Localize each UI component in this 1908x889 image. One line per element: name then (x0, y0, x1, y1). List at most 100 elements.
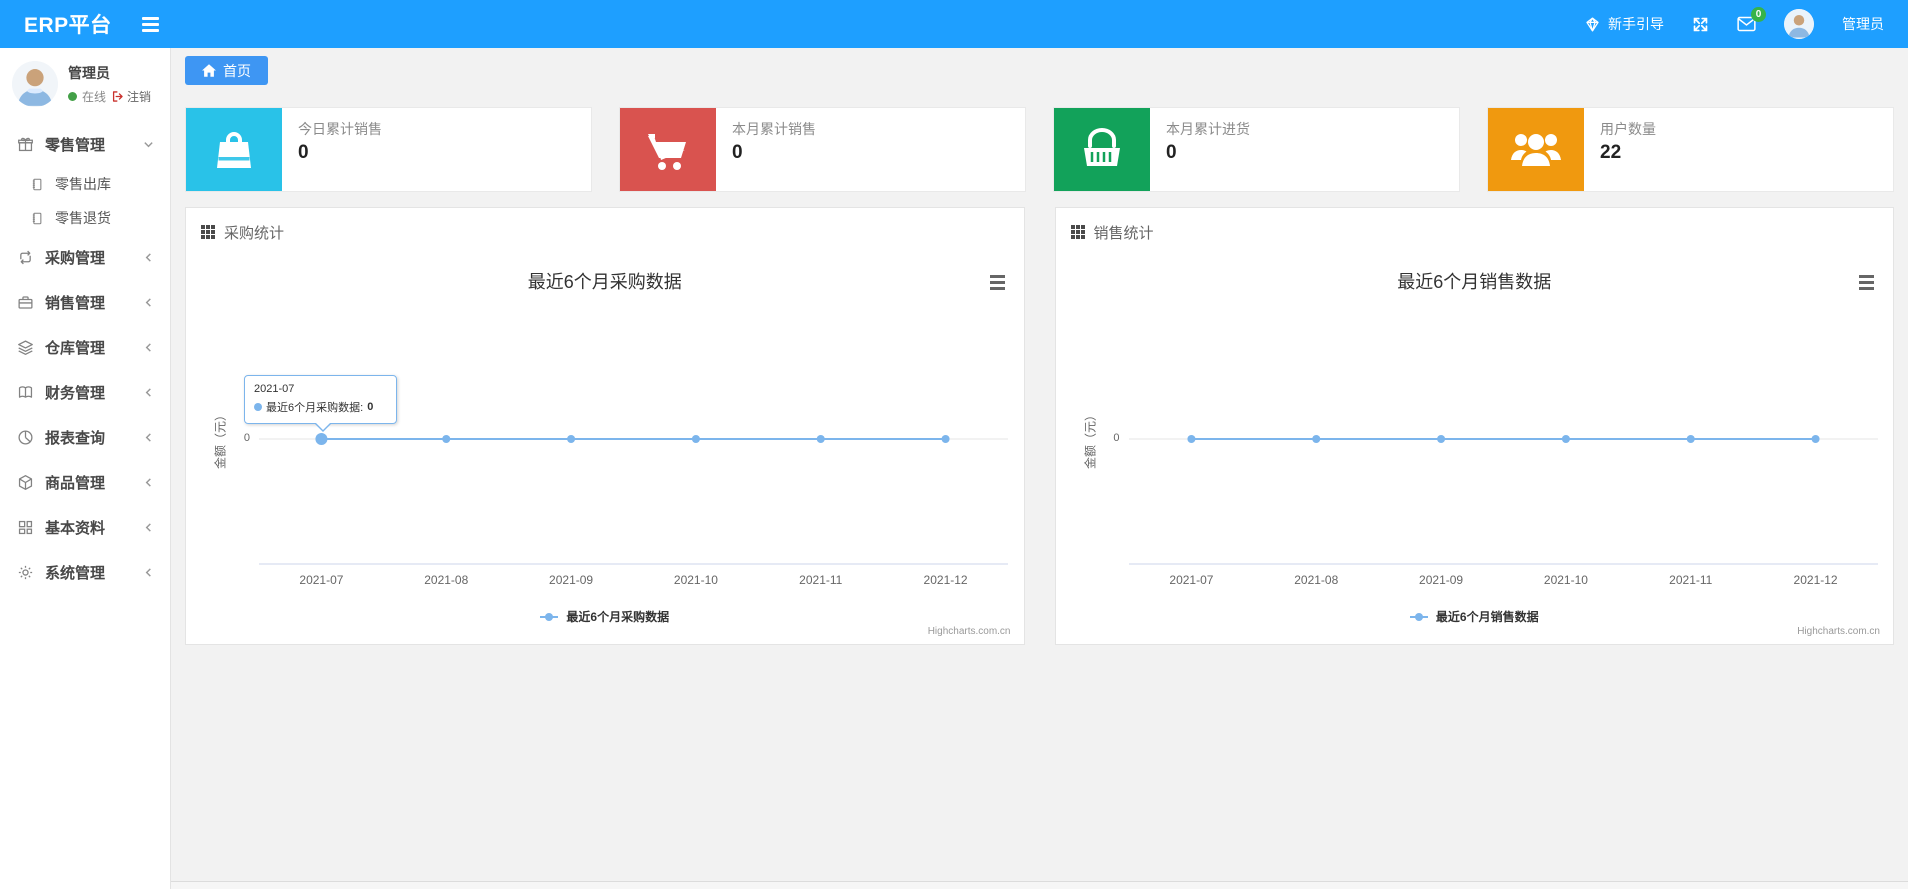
footer-divider (171, 881, 1908, 889)
stat-cards-row: 今日累计销售 0 本月累计销售 0 本月累计进货 0 用户数量 22 (185, 107, 1894, 192)
highcharts-credit[interactable]: Highcharts.com.cn (1797, 626, 1880, 637)
repeat-icon (16, 249, 34, 266)
highcharts-credit[interactable]: Highcharts.com.cn (928, 626, 1011, 637)
svg-text:2021-12: 2021-12 (924, 573, 968, 587)
sidebar-menu: 零售管理 零售出库 零售退货 采购管理 销售管理 仓库管理 财务管理 报表查询 … (0, 120, 170, 595)
sidebar-item-finance[interactable]: 财务管理 (0, 370, 170, 415)
book-icon (16, 384, 34, 401)
chart-panels-row: 采购统计 2021-07 2021-08 2021-09 2021-10 2021-11… (185, 207, 1894, 645)
sidebar-item-warehouse[interactable]: 仓库管理 (0, 325, 170, 370)
sidebar-avatar (12, 61, 58, 107)
package-icon (16, 474, 34, 491)
gear-icon (16, 564, 34, 581)
sales-stats-panel: 销售统计 2021-07 2021-08 2021-09 2021-10 2021-11… (1054, 207, 1894, 645)
chart-tooltip: 2021-07 最近6个月采购数据: 0 (244, 375, 397, 432)
fullscreen-icon[interactable] (1692, 16, 1709, 33)
sign-out-icon (112, 91, 123, 102)
stat-value: 0 (298, 142, 309, 163)
sidebar-item-basic-data[interactable]: 基本资料 (0, 505, 170, 550)
stat-card-month-sales: 本月累计销售 0 (619, 107, 1026, 192)
svg-text:2021-09: 2021-09 (1419, 573, 1463, 587)
stat-title: 今日累计销售 (298, 121, 382, 137)
svg-text:2021-07: 2021-07 (1169, 573, 1213, 587)
sidebar-toggle-icon[interactable] (141, 16, 159, 32)
purchase-stats-panel: 采购统计 2021-07 2021-08 2021-09 2021-10 2021-11… (185, 207, 1025, 645)
legend-line-marker-icon (1409, 612, 1428, 621)
stat-value: 0 (732, 142, 743, 163)
y-axis-tick: 0 (1113, 432, 1120, 444)
main-content: 首页 今日累计销售 0 本月累计销售 0 本月累计进货 0 用户数量 22 采购… (171, 48, 1908, 889)
home-icon (202, 64, 216, 77)
stat-card-month-purchases: 本月累计进货 0 (1053, 107, 1460, 192)
th-grid-icon (1070, 225, 1085, 239)
purchase-chart: 2021-07 2021-08 2021-09 2021-10 2021-11 2021-… (186, 256, 1024, 644)
sidebar-item-sales[interactable]: 销售管理 (0, 280, 170, 325)
chevron-left-icon (143, 477, 154, 488)
layers-icon (16, 339, 34, 356)
svg-text:2021-11: 2021-11 (1669, 573, 1712, 587)
panel-header: 销售统计 (1056, 208, 1894, 256)
panel-title: 采购统计 (224, 224, 285, 242)
legend-label: 最近6个月销售数据 (1435, 610, 1539, 624)
th-grid-icon (201, 225, 215, 239)
panel-title: 销售统计 (1093, 224, 1154, 242)
logout-button[interactable]: 注销 (111, 88, 151, 105)
online-status: 在线 (82, 90, 107, 104)
chevron-left-icon (143, 522, 154, 533)
navbar-username[interactable]: 管理员 (1842, 14, 1884, 34)
message-count-badge: 0 (1751, 7, 1766, 22)
top-navbar: ERP平台 新手引导 0 管理员 (0, 0, 1908, 48)
legend-label: 最近6个月采购数据 (566, 610, 670, 624)
sales-chart: 2021-07 2021-08 2021-09 2021-10 2021-11 2021-… (1056, 256, 1894, 644)
svg-text:2021-08: 2021-08 (1294, 573, 1338, 587)
sidebar-item-products[interactable]: 商品管理 (0, 460, 170, 505)
sidebar-user-panel: 管理员 在线 注销 (0, 48, 170, 120)
chevron-down-icon (143, 139, 154, 150)
chevron-left-icon (143, 432, 154, 443)
panel-header: 采购统计 (186, 208, 1024, 256)
sidebar-item-system[interactable]: 系统管理 (0, 550, 170, 595)
sidebar-item-retail-outbound[interactable]: 零售出库 (0, 167, 170, 201)
svg-text:2021-09: 2021-09 (549, 573, 593, 587)
chevron-left-icon (143, 567, 154, 578)
svg-text:2021-11: 2021-11 (799, 573, 842, 587)
shopping-bag-icon (186, 108, 282, 191)
sidebar-item-reports[interactable]: 报表查询 (0, 415, 170, 460)
stat-card-user-count: 用户数量 22 (1487, 107, 1894, 192)
legend-line-marker-icon (540, 612, 559, 621)
chevron-left-icon (143, 252, 154, 263)
sidebar-item-purchase[interactable]: 采购管理 (0, 235, 170, 280)
svg-text:2021-10: 2021-10 (674, 573, 718, 587)
messages-button[interactable]: 0 (1737, 7, 1766, 32)
svg-text:2021-12: 2021-12 (1793, 573, 1837, 587)
app-logo: ERP平台 (24, 14, 112, 37)
sidebar-username: 管理员 (68, 65, 110, 81)
svg-text:2021-07: 2021-07 (299, 573, 343, 587)
stat-value: 22 (1600, 142, 1622, 163)
shopping-cart-icon (620, 108, 716, 191)
chart-context-menu-icon[interactable] (1856, 272, 1877, 293)
chart-context-menu-icon[interactable] (987, 272, 1008, 293)
chevron-left-icon (143, 342, 154, 353)
chart-legend[interactable]: 最近6个月采购数据 (186, 608, 1024, 625)
gift-icon (16, 136, 34, 153)
chevron-left-icon (143, 387, 154, 398)
stat-title: 本月累计销售 (732, 121, 816, 137)
sidebar-item-retail-return[interactable]: 零售退货 (0, 201, 170, 235)
shopping-basket-icon (1054, 108, 1150, 191)
guide-button[interactable]: 新手引导 (1584, 14, 1664, 34)
stat-title: 用户数量 (1600, 121, 1656, 137)
chart-legend[interactable]: 最近6个月销售数据 (1056, 608, 1894, 625)
tab-home[interactable]: 首页 (185, 56, 268, 85)
tooltip-series-label: 最近6个月采购数据: (266, 402, 364, 414)
briefcase-icon (16, 294, 34, 311)
y-axis-tick: 0 (243, 432, 250, 444)
series-dot-icon (254, 403, 262, 411)
user-avatar[interactable] (1784, 9, 1814, 39)
online-dot-icon (68, 92, 77, 101)
stat-title: 本月累计进货 (1166, 121, 1250, 137)
svg-text:2021-08: 2021-08 (424, 573, 468, 587)
sidebar: 管理员 在线 注销 零售管理 零售出库 零售退货 采购管理 销售管理 仓库管理 … (0, 48, 171, 889)
sidebar-item-retail[interactable]: 零售管理 (0, 122, 170, 167)
gem-icon (1584, 16, 1601, 33)
